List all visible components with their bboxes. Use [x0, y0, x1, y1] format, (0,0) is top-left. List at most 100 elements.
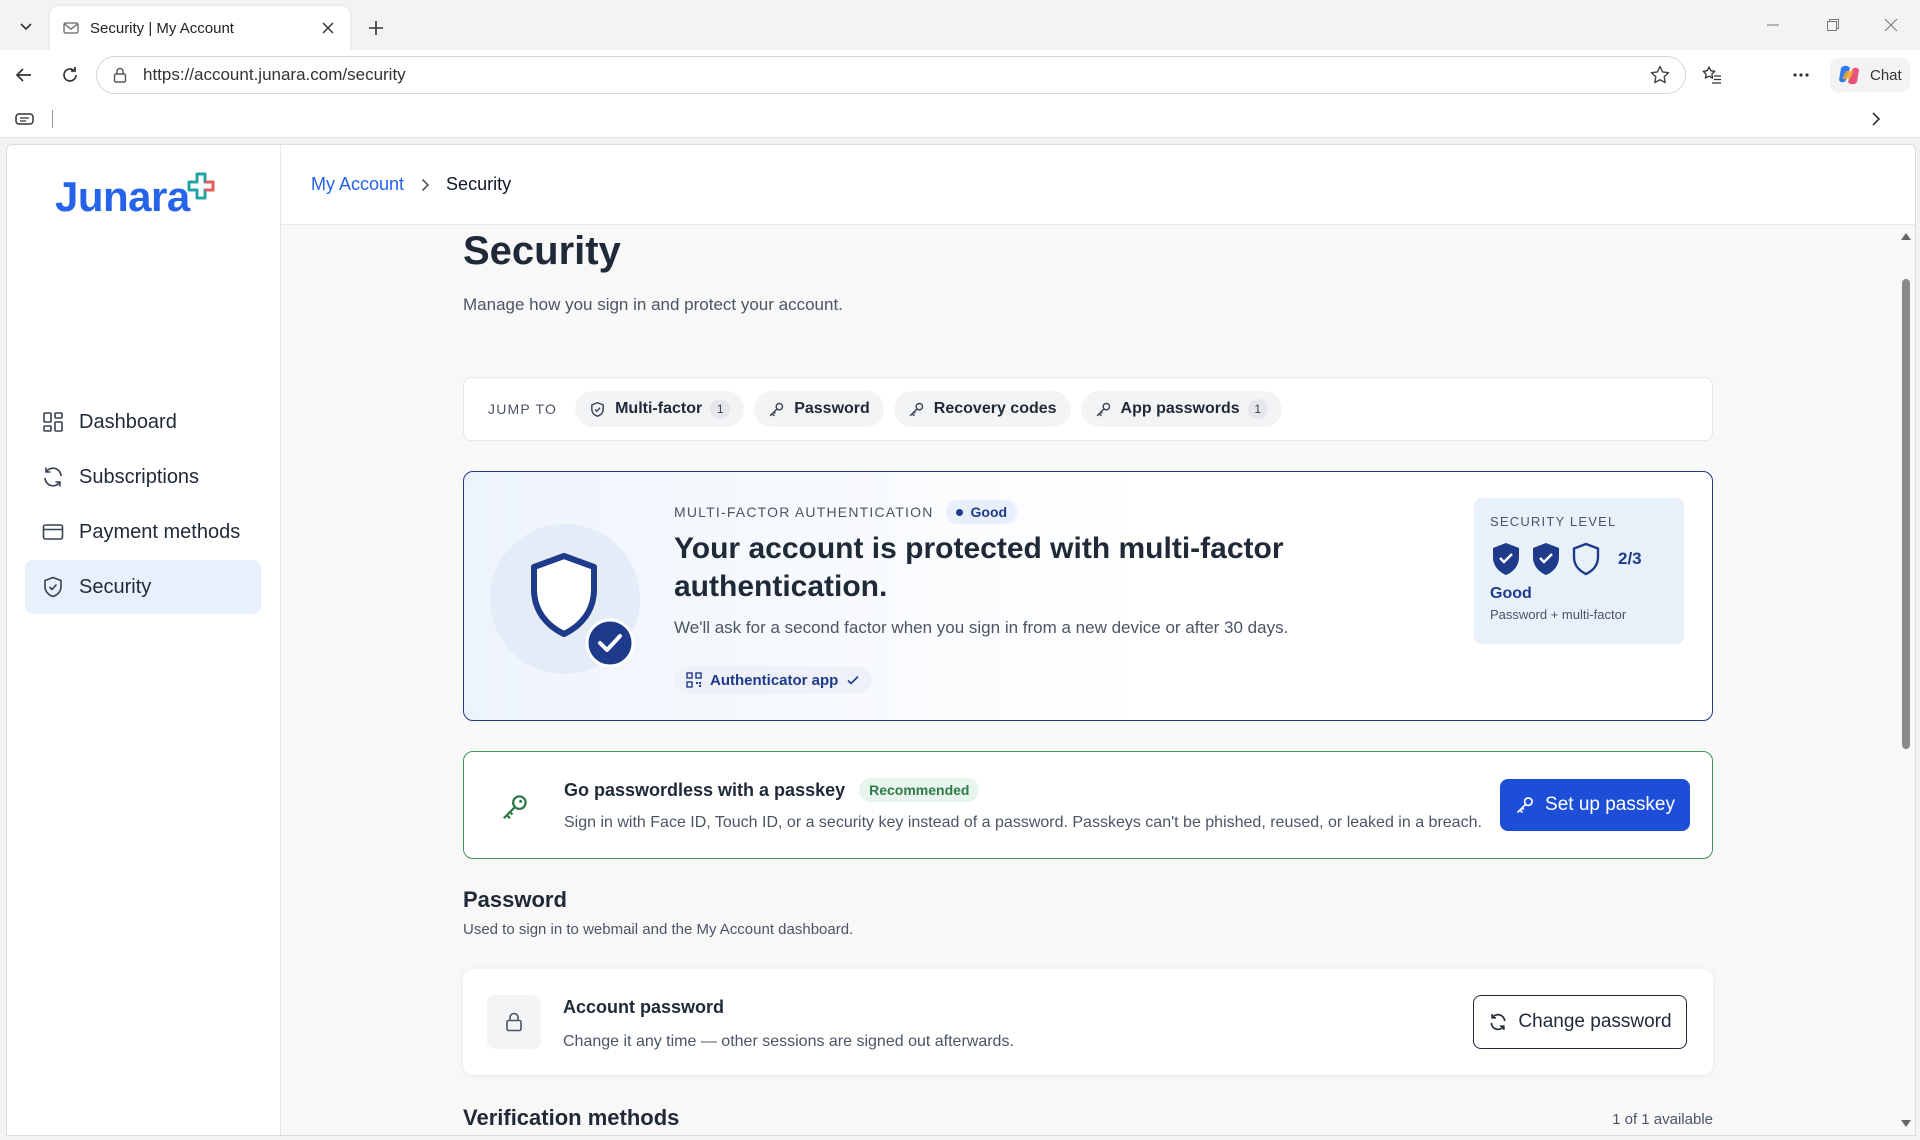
security-level-label: Good: [1490, 585, 1532, 602]
logo-text: Junara: [55, 173, 190, 220]
key-icon: [908, 401, 925, 418]
address-bar[interactable]: https://account.junara.com/security: [96, 56, 1686, 94]
breadcrumb-my-account[interactable]: My Account: [311, 174, 404, 195]
favorites-bar: [0, 100, 1920, 138]
verification-methods-count: 1 of 1 available: [1612, 1111, 1713, 1128]
favorites-list-icon[interactable]: [1696, 59, 1728, 91]
password-section-title: Password: [463, 887, 567, 912]
status-text: Good: [970, 504, 1008, 520]
jump-chip-password[interactable]: Password: [754, 391, 884, 427]
more-options-icon[interactable]: [1785, 59, 1817, 91]
chip-label: Recovery codes: [933, 400, 1057, 417]
chevron-right-icon[interactable]: [1866, 109, 1886, 129]
junara-logo[interactable]: Junara: [55, 171, 216, 221]
sidebar-item-security[interactable]: Security: [25, 560, 261, 614]
card-icon: [41, 520, 65, 544]
change-password-button[interactable]: Change password: [1473, 995, 1687, 1049]
chip-label: Multi-factor: [615, 400, 703, 417]
window-close-icon[interactable]: [1868, 10, 1914, 40]
account-password-card: Account password Change it any time — ot…: [463, 969, 1713, 1075]
chip-count: 1: [710, 399, 731, 419]
key-icon: [1515, 795, 1535, 815]
reading-view-icon[interactable]: [14, 110, 36, 128]
security-level-eyebrow: SECURITY LEVEL: [1490, 514, 1617, 529]
web-page: Junara Dashboard Subscriptions Payment m…: [6, 144, 1916, 1136]
chat-label: Chat: [1870, 66, 1902, 84]
jump-to-label: JUMP TO: [488, 401, 558, 417]
chip-label: App passwords: [1120, 400, 1240, 417]
mfa-status-card: MULTI-FACTOR AUTHENTICATION Good Your ac…: [463, 471, 1713, 721]
sidebar-item-subscriptions[interactable]: Subscriptions: [25, 450, 261, 504]
new-tab-plus-icon[interactable]: [360, 12, 392, 44]
key-icon: [1095, 401, 1112, 418]
key-icon: [768, 401, 785, 418]
sidebar-item-label: Security: [79, 575, 152, 598]
shield-filled-icon: [1490, 541, 1522, 577]
sidebar-item-payment-methods[interactable]: Payment methods: [25, 505, 261, 559]
sidebar-item-label: Subscriptions: [79, 465, 200, 488]
security-level-shields: 2/3: [1490, 541, 1668, 577]
mfa-eyebrow: MULTI-FACTOR AUTHENTICATION: [674, 504, 934, 520]
copilot-chat-button[interactable]: Chat: [1830, 58, 1910, 92]
refresh-icon: [1488, 1012, 1508, 1032]
reload-icon[interactable]: [54, 59, 86, 91]
mfa-eyebrow-row: MULTI-FACTOR AUTHENTICATION Good: [674, 500, 1018, 524]
set-up-passkey-button[interactable]: Set up passkey: [1500, 779, 1690, 831]
chip-count: 1: [1247, 399, 1268, 419]
shield-empty-icon: [1570, 541, 1602, 577]
favorite-star-icon[interactable]: [1649, 64, 1671, 86]
shield-filled-icon: [1530, 541, 1562, 577]
status-dot: [955, 508, 963, 516]
shield-icon: [589, 401, 606, 418]
recommended-badge: Recommended: [859, 778, 980, 802]
copilot-icon: [1836, 62, 1862, 88]
sidebar: Junara Dashboard Subscriptions Payment m…: [7, 145, 281, 1135]
page-scrollbar[interactable]: [1897, 225, 1915, 1135]
tab-title: Security | My Account: [90, 19, 234, 37]
security-level-panel: SECURITY LEVEL 2/3 Good Password + multi…: [1474, 498, 1684, 644]
change-password-label: Change password: [1518, 1011, 1672, 1032]
browser-tab-bar: Security | My Account: [0, 0, 1920, 50]
security-level-score: 2/3: [1618, 549, 1642, 568]
passkey-description: Sign in with Face ID, Touch ID, or a sec…: [564, 814, 1482, 831]
mfa-description: We'll ask for a second factor when you s…: [674, 618, 1289, 637]
logo-cross-icon: [186, 171, 216, 201]
passkey-title-row: Go passwordless with a passkey Recommend…: [564, 778, 980, 802]
jump-to-bar: JUMP TO Multi-factor 1 Password Recovery…: [463, 377, 1713, 441]
browser-tab[interactable]: Security | My Account: [50, 6, 350, 50]
scroll-down-arrow-icon[interactable]: [1901, 1120, 1911, 1127]
url-text[interactable]: https://account.junara.com/security: [143, 65, 1649, 85]
lock-icon: [487, 995, 541, 1049]
tab-list-chevron-icon[interactable]: [10, 10, 42, 42]
jump-chip-multi-factor[interactable]: Multi-factor 1: [575, 391, 745, 427]
passkey-card: Go passwordless with a passkey Recommend…: [463, 751, 1713, 859]
jump-chip-recovery-codes[interactable]: Recovery codes: [893, 391, 1071, 427]
mail-favicon-icon: [62, 19, 80, 37]
sidebar-item-dashboard[interactable]: Dashboard: [25, 395, 261, 449]
dashboard-icon: [41, 410, 65, 434]
scrollbar-thumb[interactable]: [1902, 279, 1910, 749]
browser-nav-bar: https://account.junara.com/security Chat: [0, 50, 1920, 100]
account-password-description: Change it any time — other sessions are …: [563, 1033, 1014, 1050]
lock-icon[interactable]: [111, 66, 129, 84]
back-arrow-icon[interactable]: [8, 59, 40, 91]
jump-chip-app-passwords[interactable]: App passwords 1: [1080, 391, 1282, 427]
tab-close-icon[interactable]: [318, 18, 338, 38]
favorites-divider: [52, 110, 53, 128]
check-circle-icon: [585, 618, 635, 668]
status-badge: Good: [945, 500, 1018, 524]
restore-icon[interactable]: [1810, 10, 1856, 40]
minimize-icon[interactable]: [1750, 10, 1796, 40]
page-title: Security: [463, 229, 621, 273]
security-level-note: Password + multi-factor: [1490, 607, 1627, 622]
refresh-icon: [41, 465, 65, 489]
authenticator-app-chip[interactable]: Authenticator app: [674, 666, 873, 694]
main-content: Security Manage how you sign in and prot…: [281, 225, 1897, 1135]
sidebar-item-label: Dashboard: [79, 410, 177, 433]
shield-icon: [41, 575, 65, 599]
check-icon: [846, 673, 860, 687]
password-section-subtitle: Used to sign in to webmail and the My Ac…: [463, 921, 854, 938]
scroll-up-arrow-icon[interactable]: [1901, 233, 1911, 240]
set-up-passkey-label: Set up passkey: [1545, 794, 1675, 815]
sidebar-nav: Dashboard Subscriptions Payment methods …: [25, 395, 261, 615]
